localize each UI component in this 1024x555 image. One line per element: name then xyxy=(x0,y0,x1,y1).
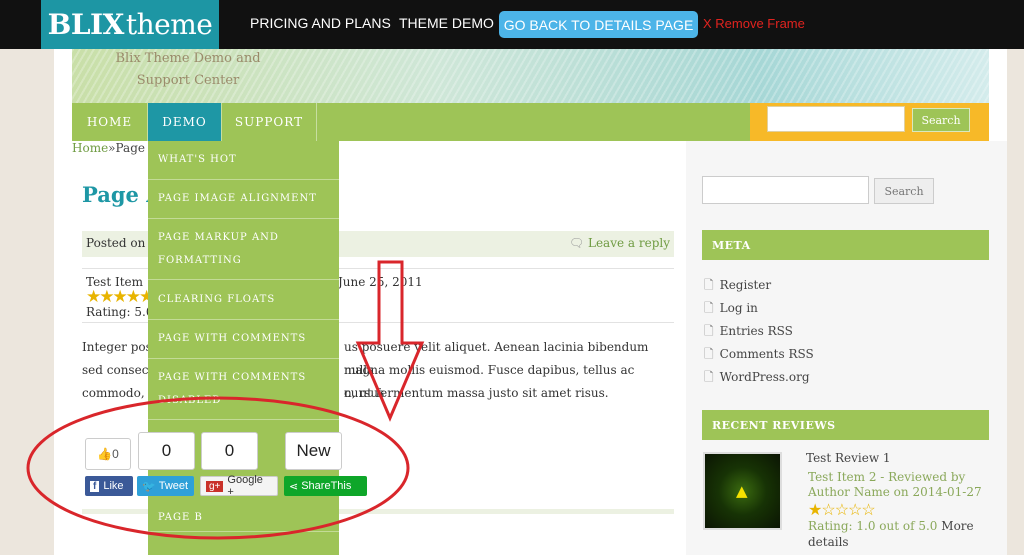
share-icon: ⋖ xyxy=(289,480,299,493)
recent-review-rating: Rating: 1.0 out of 5.0 More details xyxy=(808,518,988,550)
dropdown-page-markup[interactable]: PAGE MARKUP AND FORMATTING xyxy=(148,226,339,280)
dropdown-clearing-floats[interactable]: CLEARING FLOATS xyxy=(148,288,339,320)
google-count-box: 0 xyxy=(201,432,258,470)
sharethis-count-box: New xyxy=(285,432,342,470)
meta-wordpress-org-label: WordPress.org xyxy=(719,370,810,384)
back-to-details-button[interactable]: GO BACK TO DETAILS PAGE xyxy=(499,11,698,38)
meta-comments-rss[interactable]: 🗋 Comments RSS xyxy=(704,345,814,366)
meta-wordpress-org[interactable]: 🗋 WordPress.org xyxy=(704,368,810,389)
meta-login-label: Log in xyxy=(719,301,758,315)
meta-register-label: Register xyxy=(719,278,772,292)
meta-login[interactable]: 🗋 Log in xyxy=(704,299,758,320)
theme-demo-link[interactable]: THEME DEMO xyxy=(399,15,494,31)
blix-theme-logo[interactable]: BLIX theme xyxy=(41,0,219,49)
thumbs-up-icon: 👍 xyxy=(97,447,113,461)
sidebar-search-button[interactable]: Search xyxy=(874,178,934,204)
site-tagline: Blix Theme Demo and Support Center xyxy=(115,51,261,88)
body-line-1a: Integer pos xyxy=(82,340,152,354)
breadcrumb-current: Page xyxy=(115,141,145,155)
facebook-like-button[interactable]: f Like xyxy=(85,476,133,496)
leave-reply-link[interactable]: 🗨 Leave a reply xyxy=(569,236,670,250)
recent-reviews-title: RECENT REVIEWS xyxy=(702,410,989,440)
recent-review-title[interactable]: Test Review 1 xyxy=(806,451,891,465)
doc-icon: 🗋 xyxy=(704,347,714,361)
tweet-button[interactable]: 🐦 Tweet xyxy=(137,476,194,496)
breadcrumb-home[interactable]: Home xyxy=(72,141,108,155)
posted-on-label: Posted on xyxy=(86,236,146,250)
dropdown-page-b[interactable]: PAGE B xyxy=(148,506,339,532)
body-line-2a: sed consect xyxy=(82,363,154,377)
nav-demo[interactable]: DEMO xyxy=(148,103,222,141)
google-plus-button[interactable]: g+ Google + xyxy=(200,474,278,498)
triforce-icon: ▲ xyxy=(736,482,748,500)
recent-review-stars: ★☆☆☆☆ xyxy=(808,500,876,519)
like-count: 0 xyxy=(112,447,119,461)
recent-review-subtitle: Test Item 2 - Reviewed by Author Name on… xyxy=(808,470,982,499)
like-count-box: 👍 0 xyxy=(85,438,131,470)
header-search-input[interactable] xyxy=(767,106,905,132)
doc-icon: 🗋 xyxy=(704,370,714,384)
sidebar-search-input[interactable] xyxy=(702,176,869,204)
sharethis-label: ShareThis xyxy=(301,480,352,492)
meta-entries-rss[interactable]: 🗋 Entries RSS xyxy=(704,322,793,343)
dropdown-whats-hot[interactable]: WHAT'S HOT xyxy=(148,148,339,180)
meta-entries-rss-label: Entries RSS xyxy=(719,324,793,338)
tweet-count-box: 0 xyxy=(138,432,195,470)
meta-widget-title: META xyxy=(702,230,989,260)
breadcrumb: Home»Page xyxy=(72,141,145,155)
doc-icon: 🗋 xyxy=(704,301,714,315)
google-plus-icon: g+ xyxy=(206,480,224,492)
dropdown-page-with-comments[interactable]: PAGE WITH COMMENTS xyxy=(148,327,339,359)
body-line-3a: commodo, xyxy=(82,386,145,400)
header-search: Search xyxy=(750,103,989,141)
facebook-like-label: Like xyxy=(103,480,124,492)
logo-bold: BLIX xyxy=(47,8,125,41)
header-search-button[interactable]: Search xyxy=(912,108,970,132)
doc-icon: 🗋 xyxy=(704,278,714,292)
tweet-label: Tweet xyxy=(158,480,189,492)
doc-icon: 🗋 xyxy=(704,324,714,338)
facebook-icon: f xyxy=(90,480,100,492)
recent-review-rating-text: Rating: 1.0 out of 5.0 xyxy=(808,519,938,533)
remove-frame-link[interactable]: X Remove Frame xyxy=(703,16,805,31)
review-thumbnail[interactable]: ▲ xyxy=(703,452,782,530)
nav-support[interactable]: SUPPORT xyxy=(222,103,317,141)
review-date: June 25, 2011 xyxy=(338,275,423,289)
dropdown-comments-disabled[interactable]: PAGE WITH COMMENTS DISABLED xyxy=(148,366,339,420)
body-line-3b: n, ut fermentum massa justo sit amet ris… xyxy=(344,386,609,400)
dropdown-page-image-alignment[interactable]: PAGE IMAGE ALIGNMENT xyxy=(148,187,339,219)
comment-icon: 🗨 xyxy=(568,236,588,250)
meta-register[interactable]: 🗋 Register xyxy=(704,276,771,297)
sharethis-button[interactable]: ⋖ ShareThis xyxy=(284,476,367,496)
google-plus-label: Google + xyxy=(227,474,263,498)
leave-reply-label: Leave a reply xyxy=(587,236,670,250)
breadcrumb-separator: » xyxy=(108,141,116,155)
pricing-link[interactable]: PRICING AND PLANS xyxy=(250,15,391,31)
meta-comments-rss-label: Comments RSS xyxy=(719,347,814,361)
logo-thin: theme xyxy=(125,8,213,41)
twitter-icon: 🐦 xyxy=(142,480,156,493)
nav-home[interactable]: HOME xyxy=(72,103,148,141)
